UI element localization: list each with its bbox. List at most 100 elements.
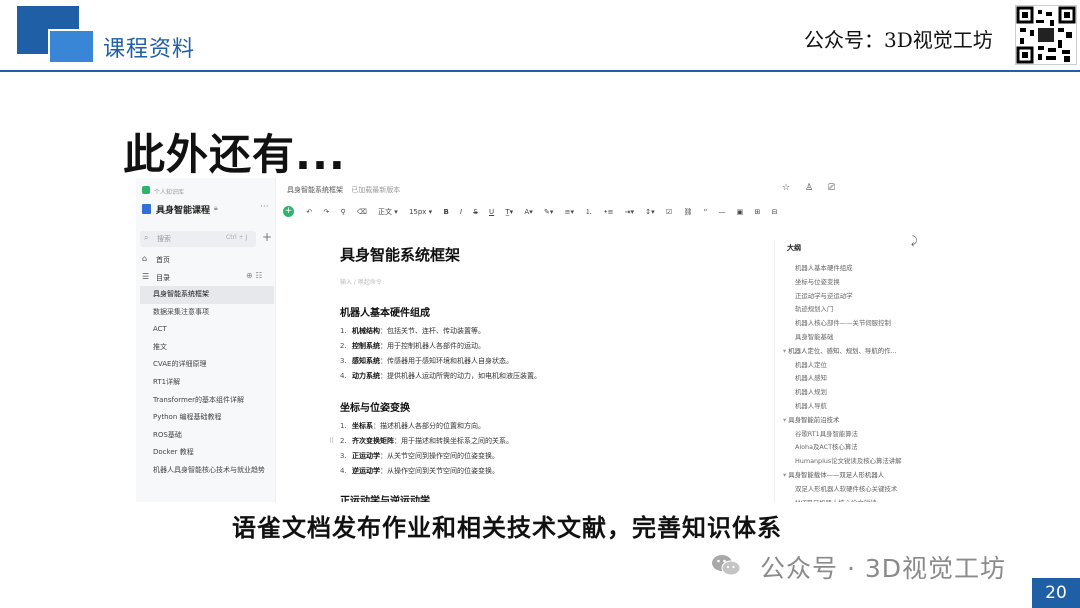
- attachment-icon[interactable]: ⊟: [772, 208, 778, 216]
- breadcrumb-title[interactable]: 具身智能系统框架: [287, 186, 343, 194]
- checkbox-icon[interactable]: ☑: [666, 208, 672, 216]
- outline-list: 机器人基本硬件组成 坐标与位姿变换 正运动学与逆运动学 轨迹规划入门 机器人核心部件——…: [775, 262, 925, 502]
- document-area: 具身智能系统框架 已加载最新版本 ☆ ♙ ⎚ 分享 更新 + ↶ ↷ ⚲ ⌫ 正…: [277, 178, 926, 502]
- outline-item[interactable]: 机器人导航: [775, 400, 925, 414]
- list-item[interactable]: 4. 动力系统：提供机器人运动所需的动力，如电机和液压装置。: [340, 371, 541, 381]
- ordered-list-icon[interactable]: ⒈: [585, 207, 592, 217]
- lock-icon: 🔒︎: [214, 204, 218, 212]
- doc-subtitle-placeholder[interactable]: 输入 / 唤起命令: [340, 277, 382, 286]
- outline-item[interactable]: 具身智能载体——双足人形机器人: [775, 469, 925, 483]
- knowledge-space-label[interactable]: 个人知识库: [154, 187, 184, 196]
- header-decor-square-light: [48, 29, 95, 64]
- underline-icon[interactable]: U: [489, 208, 494, 216]
- bold-icon[interactable]: B: [443, 208, 448, 216]
- outline-collapse-icon[interactable]: ⤸: [911, 234, 918, 248]
- sidebar-doc-item[interactable]: CVAE的详细原理: [140, 356, 274, 374]
- outline-item[interactable]: Humanplus论文锐读及核心算法讲解: [775, 455, 925, 469]
- outline-panel: 大纲 机器人基本硬件组成 坐标与位姿变换 正运动学与逆运动学 轨迹规划入门 机器人核心部…: [774, 240, 924, 502]
- more-icon[interactable]: ···: [260, 202, 269, 212]
- indent-icon[interactable]: ⇥▾: [625, 208, 634, 216]
- divider-icon[interactable]: —: [718, 208, 725, 216]
- outline-item[interactable]: 机器人规划: [775, 386, 925, 400]
- highlight-icon[interactable]: ✎▾: [544, 208, 553, 216]
- doc-heading[interactable]: 正运动学与逆运动学: [340, 492, 430, 502]
- qr-code-icon: [1015, 5, 1077, 65]
- collaborator-icon[interactable]: ♙: [805, 183, 813, 193]
- line-height-icon[interactable]: ↕▾: [645, 208, 654, 216]
- sidebar-doc-item[interactable]: RT1详解: [140, 374, 274, 392]
- italic-icon[interactable]: I: [460, 208, 462, 216]
- slide-headline: 此外还有...: [123, 130, 346, 179]
- redo-icon[interactable]: ↷: [323, 208, 329, 216]
- sidebar: 个人知识库 具身智能课程 🔒︎ ··· ⌕ 搜索 Ctrl + J + ⌂ 首页…: [136, 178, 276, 502]
- sidebar-doc-item[interactable]: 数据采集注意事项: [140, 304, 274, 322]
- outline-item[interactable]: 坐标与位姿变换: [775, 276, 925, 290]
- outline-item[interactable]: 正运动学与逆运动学: [775, 290, 925, 304]
- list-item[interactable]: 1. 坐标系：描述机器人各部分的位置和方向。: [340, 421, 485, 431]
- toc-tools-icon[interactable]: ⊕ ☷: [246, 271, 262, 280]
- outline-item[interactable]: 谷歌RT1具身智能算法: [775, 428, 925, 442]
- present-icon[interactable]: ⎚: [828, 183, 835, 193]
- toc-icon: ☰: [142, 272, 150, 281]
- outline-item[interactable]: 机器人核心部件——关节伺服控制: [775, 317, 925, 331]
- list-item[interactable]: 1. 机械结构：包括关节、连杆、传动装置等。: [340, 326, 485, 336]
- doc-heading[interactable]: 坐标与位姿变换: [340, 399, 410, 414]
- search-icon: ⌕: [144, 233, 149, 242]
- search-placeholder: 搜索: [157, 235, 171, 243]
- sidebar-doc-item[interactable]: Transformer的基本组件详解: [140, 392, 274, 410]
- list-item[interactable]: 4. 逆运动学：从操作空间到关节空间的位姿变换。: [340, 466, 499, 476]
- outline-item[interactable]: 机器人基本硬件组成: [775, 262, 925, 276]
- outline-item[interactable]: 机器人定位、感知、规划、导航的作...: [775, 345, 925, 359]
- image-icon[interactable]: ▣: [737, 208, 744, 216]
- add-icon[interactable]: +: [262, 230, 272, 244]
- sidebar-item-toc[interactable]: 目录: [156, 273, 170, 283]
- unordered-list-icon[interactable]: •≡: [603, 208, 613, 216]
- knowledge-space-icon: [142, 186, 150, 194]
- section-title: 课程资料: [103, 37, 196, 62]
- book-title[interactable]: 具身智能课程: [156, 203, 210, 216]
- sidebar-doc-item[interactable]: 具身智能系统框架: [140, 286, 274, 304]
- list-item[interactable]: 2. 控制系统：用于控制机器人各部件的运动。: [340, 341, 485, 351]
- outline-item[interactable]: 轨迹规划入门: [775, 303, 925, 317]
- sidebar-doc-item[interactable]: ACT: [140, 321, 274, 339]
- sidebar-doc-item[interactable]: Python 编程基础教程: [140, 409, 274, 427]
- font-color-icon[interactable]: A▾: [524, 208, 532, 216]
- breadcrumb-status: 已加载最新版本: [351, 186, 401, 194]
- list-item[interactable]: 3. 正运动学：从关节空间到操作空间的位姿变换。: [340, 451, 499, 461]
- sidebar-item-home[interactable]: 首页: [156, 255, 170, 265]
- outline-item[interactable]: Aloha及ACT核心算法: [775, 441, 925, 455]
- search-input[interactable]: ⌕ 搜索 Ctrl + J: [140, 231, 256, 247]
- list-item[interactable]: 2. 齐次变换矩阵：用于描述和转换坐标系之间的关系。: [340, 436, 513, 446]
- search-shortcut: Ctrl + J: [226, 234, 248, 241]
- public-account-label: 公众号：3D视觉工坊: [804, 28, 993, 52]
- home-icon: ⌂: [142, 254, 148, 263]
- outline-item[interactable]: 具身智能基础: [775, 331, 925, 345]
- outline-item[interactable]: 机器人感知: [775, 372, 925, 386]
- doc-heading[interactable]: 机器人基本硬件组成: [340, 304, 430, 319]
- outline-item[interactable]: 机器人定位: [775, 359, 925, 373]
- align-icon[interactable]: ≡▾: [565, 208, 574, 216]
- table-icon[interactable]: ⊞: [755, 208, 761, 216]
- sidebar-doc-item[interactable]: 机器人具身智能核心技术与就业趋势: [140, 462, 274, 480]
- list-item[interactable]: 3. 感知系统：传感器用于感知环境和机器人自身状态。: [340, 356, 513, 366]
- paragraph-style-select[interactable]: 正文 ▾: [378, 207, 398, 217]
- clear-format-icon[interactable]: ⌫: [357, 208, 367, 216]
- outline-item[interactable]: MIT双足机器人核心论文锐读: [775, 497, 925, 502]
- drag-handle-icon[interactable]: ⠿: [329, 437, 334, 445]
- insert-icon[interactable]: +: [283, 206, 294, 217]
- sidebar-doc-item[interactable]: Docker 教程: [140, 444, 274, 462]
- undo-icon[interactable]: ↶: [306, 208, 312, 216]
- strikethrough-icon[interactable]: S: [473, 208, 477, 216]
- font-size-select[interactable]: 15px ▾: [409, 208, 432, 216]
- sidebar-doc-item[interactable]: ROS基础: [140, 427, 274, 445]
- sidebar-doc-item[interactable]: 推文: [140, 339, 274, 357]
- outline-item[interactable]: 具身智能前沿技术: [775, 414, 925, 428]
- font-size-value: 15px: [408, 207, 427, 216]
- superscript-icon[interactable]: T̲▾: [505, 208, 513, 216]
- link-icon[interactable]: ⛓: [683, 208, 692, 216]
- format-painter-icon[interactable]: ⚲: [340, 208, 345, 216]
- quote-icon[interactable]: “: [704, 208, 708, 216]
- doc-title[interactable]: 具身智能系统框架: [340, 244, 460, 265]
- outline-item[interactable]: 双足人形机器人软硬件核心关键技术: [775, 483, 925, 497]
- star-icon[interactable]: ☆: [782, 183, 790, 193]
